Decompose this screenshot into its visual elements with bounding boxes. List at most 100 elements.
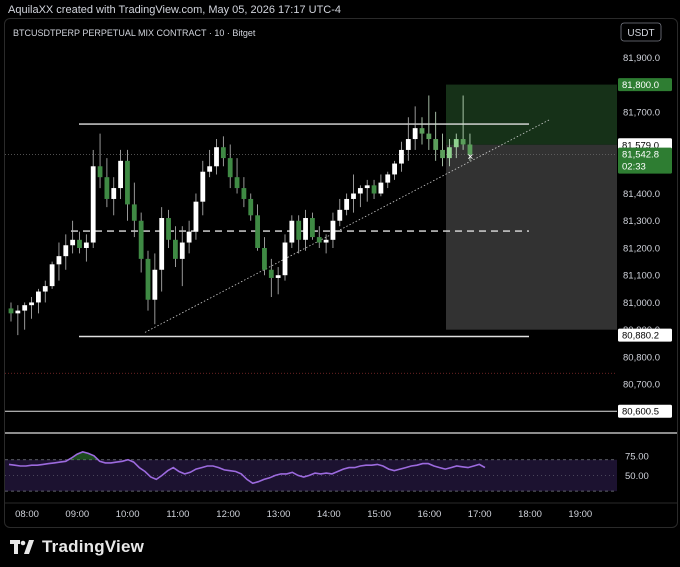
candle-body: [90, 166, 96, 243]
candle-body: [152, 269, 158, 300]
candle-body: [104, 177, 110, 199]
price-badge-countdown: 02:33: [622, 162, 646, 173]
candle-body: [220, 147, 226, 159]
x-tick-label: 12:00: [216, 509, 240, 520]
candle-body: [351, 193, 356, 199]
candle-body: [56, 256, 62, 265]
x-tick-label: 16:00: [418, 509, 442, 520]
x-tick-label: 19:00: [568, 509, 592, 520]
candle-body: [42, 286, 48, 292]
x-tick-label: 18:00: [518, 509, 542, 520]
candle-body: [268, 269, 274, 278]
candle-body: [200, 171, 206, 202]
candle-body: [447, 147, 452, 159]
candle-body: [275, 275, 281, 278]
candle-body: [131, 204, 137, 221]
chart-panel[interactable]: BTCUSDTPERP PERPETUAL MIX CONTRACT · 10 …: [4, 18, 678, 528]
candle-body: [412, 128, 418, 140]
y-tick-label: 81,400.0: [623, 189, 660, 200]
x-tick-label: 11:00: [166, 509, 189, 520]
candle-body: [118, 160, 123, 189]
x-tick-label: 14:00: [317, 509, 341, 520]
y-tick-label: 81,300.0: [623, 216, 660, 227]
candle-body: [125, 160, 130, 205]
candle-body: [193, 201, 199, 232]
candle-body: [385, 174, 391, 183]
candle-body: [248, 198, 254, 216]
candle-body: [179, 242, 185, 259]
candle-body: [371, 185, 377, 194]
x-tick-label: 08:00: [15, 509, 39, 520]
candle-body: [399, 149, 404, 164]
y-tick-label: 81,100.0: [623, 271, 660, 282]
candle-body: [262, 247, 267, 270]
loss-zone: [446, 144, 617, 330]
candle-body: [173, 239, 178, 259]
candle-body: [207, 166, 213, 172]
x-tick-label: 15:00: [367, 509, 391, 520]
candle-body: [214, 147, 219, 167]
candle-body: [460, 139, 466, 145]
candle-body: [241, 188, 247, 199]
candle-body: [440, 149, 445, 159]
candle-body: [97, 166, 103, 178]
candle-body: [255, 215, 260, 248]
candle-body: [344, 198, 350, 210]
candle-body: [357, 188, 363, 194]
tradingview-logo-icon: [10, 540, 34, 554]
y-tick-label: 80,700.0: [623, 380, 660, 391]
candle-body: [392, 163, 397, 175]
price-badge-label: 81,800.0: [622, 80, 659, 91]
candle-body: [145, 258, 151, 300]
candle-body: [49, 264, 55, 287]
candle-body: [453, 139, 459, 148]
y-tick-label: 81,200.0: [623, 243, 660, 254]
candle-body: [227, 158, 233, 178]
x-tick-label: 13:00: [267, 509, 291, 520]
candle-body: [8, 308, 14, 314]
price-badge-label: 81,542.8: [622, 150, 659, 161]
candle-body: [166, 218, 171, 240]
price-badge-label: 80,600.5: [622, 407, 659, 418]
candle-body: [36, 291, 41, 303]
x-tick-label: 09:00: [65, 509, 89, 520]
chart-title: BTCUSDTPERP PERPETUAL MIX CONTRACT · 10 …: [13, 28, 256, 38]
candle-body: [83, 242, 89, 248]
y-tick-label: 81,900.0: [623, 53, 660, 64]
x-tick-label: 17:00: [468, 509, 492, 520]
candle-body: [186, 231, 192, 243]
rsi-tick-label: 75.00: [625, 451, 649, 462]
candle-body: [29, 302, 34, 306]
candle-body: [138, 220, 144, 259]
y-tick-label: 81,700.0: [623, 107, 660, 118]
y-tick-label: 81,000.0: [623, 298, 660, 309]
cursor-marker: ✕: [467, 152, 474, 161]
profit-zone: [446, 84, 617, 145]
candle-body: [63, 245, 69, 257]
candle-body: [77, 239, 82, 248]
chart-svg[interactable]: BTCUSDTPERP PERPETUAL MIX CONTRACT · 10 …: [5, 19, 677, 527]
chart-credit: AquilaXX created with TradingView.com, M…: [8, 4, 342, 16]
candle-body: [22, 305, 28, 311]
candle-body: [433, 139, 439, 150]
candle-body: [70, 239, 76, 246]
tradingview-footer: TradingView: [10, 535, 144, 559]
candle-body: [159, 218, 165, 270]
currency-label: USDT: [627, 28, 654, 39]
footer-brand: TradingView: [42, 537, 145, 556]
x-tick-label: 10:00: [116, 509, 140, 520]
candle-body: [419, 128, 425, 134]
candle-body: [111, 188, 117, 199]
candle-body: [289, 220, 295, 243]
candle-body: [337, 209, 343, 221]
candle-body: [15, 310, 21, 314]
candle-body: [330, 220, 336, 240]
candle-body: [234, 177, 240, 189]
candle-body: [296, 220, 302, 240]
candle-body: [282, 242, 288, 276]
candle-body: [378, 182, 384, 194]
candle-body: [405, 139, 411, 150]
candle-body: [316, 237, 322, 243]
candle-body: [303, 218, 308, 240]
rsi-tick-label: 50.00: [625, 471, 649, 482]
